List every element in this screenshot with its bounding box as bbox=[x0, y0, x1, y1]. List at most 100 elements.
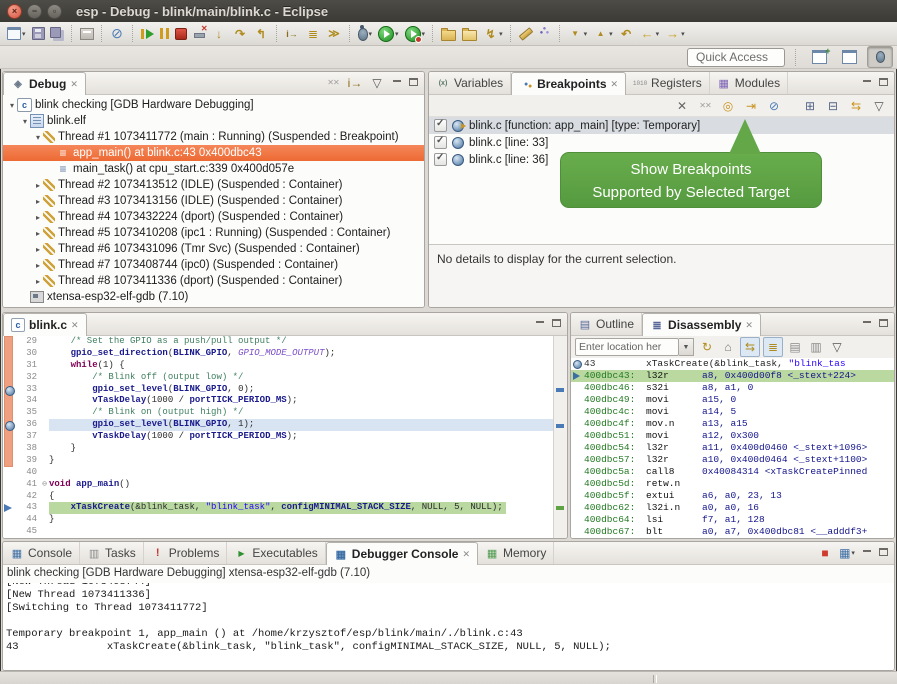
disassembly-listing[interactable]: 43xTaskCreate(&blink_task, "blink_tas400… bbox=[571, 358, 894, 538]
breakpoint-checkbox[interactable] bbox=[434, 119, 447, 132]
editor-annotation-column[interactable] bbox=[3, 384, 15, 396]
minimize-view-button[interactable] bbox=[390, 76, 403, 90]
tab-problems[interactable]: Problems bbox=[144, 542, 228, 564]
fold-marker-icon[interactable] bbox=[40, 443, 49, 455]
line-number[interactable]: 34 bbox=[15, 395, 40, 407]
editor-annotation-column[interactable] bbox=[3, 407, 15, 419]
editor-line[interactable]: 44} bbox=[3, 514, 554, 526]
minimize-view-button[interactable] bbox=[533, 317, 546, 331]
tree-expander-icon[interactable]: ▸ bbox=[33, 197, 43, 206]
tab-variables[interactable]: Variables bbox=[429, 72, 511, 94]
tab-tasks[interactable]: Tasks bbox=[80, 542, 144, 564]
fold-marker-icon[interactable] bbox=[40, 336, 49, 348]
tab-disassembly[interactable]: Disassembly✕ bbox=[642, 313, 761, 336]
line-number[interactable]: 45 bbox=[15, 526, 40, 538]
editor-annotation-column[interactable] bbox=[3, 455, 15, 467]
close-tab-icon[interactable]: ✕ bbox=[611, 79, 619, 90]
line-number[interactable]: 41 bbox=[15, 479, 40, 491]
back-dropdown-icon[interactable]: ▾ bbox=[656, 30, 660, 38]
view-menu-button[interactable]: ▽ bbox=[870, 97, 888, 115]
external-tools-dropdown-icon[interactable]: ▾ bbox=[422, 30, 426, 38]
tab-memory[interactable]: Memory bbox=[478, 542, 554, 564]
back-button[interactable]: ▾ bbox=[637, 23, 663, 45]
step-into-button[interactable] bbox=[209, 23, 230, 45]
close-window-icon[interactable]: × bbox=[7, 4, 22, 19]
tree-expander-icon[interactable]: ▾ bbox=[7, 101, 17, 110]
display-selected-console-dropdown-icon[interactable]: ▾ bbox=[851, 549, 855, 557]
terminate-console-button[interactable]: ■ bbox=[816, 544, 834, 562]
fold-marker-icon[interactable] bbox=[40, 514, 49, 526]
tree-expander-icon[interactable]: ▸ bbox=[33, 245, 43, 254]
editor-line[interactable]: 31 while(1) { bbox=[3, 360, 554, 372]
editor-line[interactable]: 33 gpio_set_level(BLINK_GPIO, 0); bbox=[3, 384, 554, 396]
editor-annotation-column[interactable] bbox=[3, 431, 15, 443]
disassembly-row[interactable]: 400dbc4c:movia14, 5 bbox=[571, 406, 894, 418]
tree-expander-icon[interactable]: ▸ bbox=[33, 277, 43, 286]
tree-expander-icon[interactable]: ▸ bbox=[33, 261, 43, 270]
tree-expander-icon[interactable]: ▸ bbox=[33, 181, 43, 190]
debug-button[interactable]: ▾ bbox=[355, 23, 376, 45]
tree-expander-icon[interactable]: ▾ bbox=[20, 117, 30, 126]
fold-marker-icon[interactable] bbox=[40, 372, 49, 384]
line-number[interactable]: 36 bbox=[15, 419, 40, 431]
maximize-view-button[interactable] bbox=[550, 317, 563, 331]
go-home-button[interactable]: ⌂ bbox=[719, 338, 737, 356]
editor-line[interactable]: 36 gpio_set_level(BLINK_GPIO, 1); bbox=[3, 419, 554, 431]
view-menu-button[interactable]: ▽ bbox=[828, 338, 846, 356]
fold-marker-icon[interactable] bbox=[40, 526, 49, 538]
disassembly-row[interactable]: 400dbc5f:extuia6, a0, 23, 13 bbox=[571, 490, 894, 502]
forward-button[interactable]: ▾ bbox=[662, 23, 688, 45]
link-with-debug-view-button[interactable]: ⇆ bbox=[847, 97, 865, 115]
profile-button[interactable] bbox=[536, 23, 555, 45]
debug-tree-item[interactable]: ▸Thread #8 1073411336 (dport) (Suspended… bbox=[3, 273, 424, 289]
debug-tree-item[interactable]: ▸Thread #3 1073413156 (IDLE) (Suspended … bbox=[3, 193, 424, 209]
line-number[interactable]: 40 bbox=[15, 467, 40, 479]
editor-annotation-column[interactable] bbox=[3, 360, 15, 372]
fold-marker-icon[interactable] bbox=[40, 395, 49, 407]
remove-selected-breakpoints-button[interactable]: ✕ bbox=[673, 97, 691, 115]
fold-marker-icon[interactable] bbox=[40, 384, 49, 396]
previous-annotation-dropdown-icon[interactable]: ▾ bbox=[609, 30, 613, 38]
debug-tree-item[interactable]: ▸Thread #4 1073432224 (dport) (Suspended… bbox=[3, 209, 424, 225]
debug-tree-item[interactable]: xtensa-esp32-elf-gdb (7.10) bbox=[3, 289, 424, 305]
open-project-button[interactable] bbox=[438, 23, 459, 45]
editor-line[interactable]: 43 xTaskCreate(&blink_task, "blink_task"… bbox=[3, 502, 554, 514]
breakpoint-checkbox[interactable] bbox=[434, 153, 447, 166]
run-dropdown-icon[interactable]: ▾ bbox=[395, 30, 399, 38]
tab-registers[interactable]: Registers bbox=[626, 72, 710, 94]
minimize-window-icon[interactable]: − bbox=[27, 4, 42, 19]
maximize-view-button[interactable] bbox=[407, 76, 420, 90]
tab-executables[interactable]: Executables bbox=[227, 542, 325, 564]
disassembly-row[interactable]: 400dbc49:movia15, 0 bbox=[571, 394, 894, 406]
location-dropdown-icon[interactable]: ▼ bbox=[679, 338, 694, 356]
editor-annotation-column[interactable] bbox=[3, 491, 15, 503]
editor-annotation-column[interactable] bbox=[3, 336, 15, 348]
line-number[interactable]: 32 bbox=[15, 372, 40, 384]
annotate-button[interactable] bbox=[516, 23, 536, 45]
save-all-button[interactable] bbox=[48, 23, 67, 45]
trace-control-button[interactable] bbox=[324, 23, 345, 45]
line-number[interactable]: 39 bbox=[15, 455, 40, 467]
suspend-button[interactable] bbox=[157, 23, 172, 45]
instruction-stepping-mode-button[interactable]: i→ bbox=[346, 74, 364, 92]
step-over-button[interactable] bbox=[230, 23, 251, 45]
refresh-view-button[interactable]: ↻ bbox=[698, 338, 716, 356]
editor-line[interactable]: 32 /* Blink off (output low) */ bbox=[3, 372, 554, 384]
new-button[interactable]: ▾ bbox=[4, 23, 29, 45]
line-number[interactable]: 42 bbox=[15, 491, 40, 503]
skip-all-breakpoints-button[interactable]: ⊘ bbox=[765, 97, 783, 115]
tab-debugger-console[interactable]: Debugger Console✕ bbox=[326, 542, 478, 565]
line-number[interactable]: 35 bbox=[15, 407, 40, 419]
overview-current-line-marker[interactable] bbox=[556, 506, 564, 510]
disassembly-row[interactable]: 400dbc64:lsif7, a1, 128 bbox=[571, 514, 894, 526]
breakpoint-item[interactable]: blink.c [function: app_main] [type: Temp… bbox=[429, 117, 894, 134]
debug-tree-item[interactable]: ▸Thread #7 1073408744 (ipc0) (Suspended … bbox=[3, 257, 424, 273]
editor-line[interactable]: 42{ bbox=[3, 491, 554, 503]
launch-target-dropdown-icon[interactable]: ▾ bbox=[499, 30, 503, 38]
line-number[interactable]: 44 bbox=[15, 514, 40, 526]
tab-modules[interactable]: Modules bbox=[710, 72, 788, 94]
go-to-file-for-breakpoint-button[interactable]: ⇥ bbox=[742, 97, 760, 115]
close-tab-icon[interactable]: ✕ bbox=[71, 320, 79, 331]
code-editor[interactable]: 29 /* Set the GPIO as a push/pull output… bbox=[3, 336, 554, 538]
fold-marker-icon[interactable] bbox=[40, 348, 49, 360]
